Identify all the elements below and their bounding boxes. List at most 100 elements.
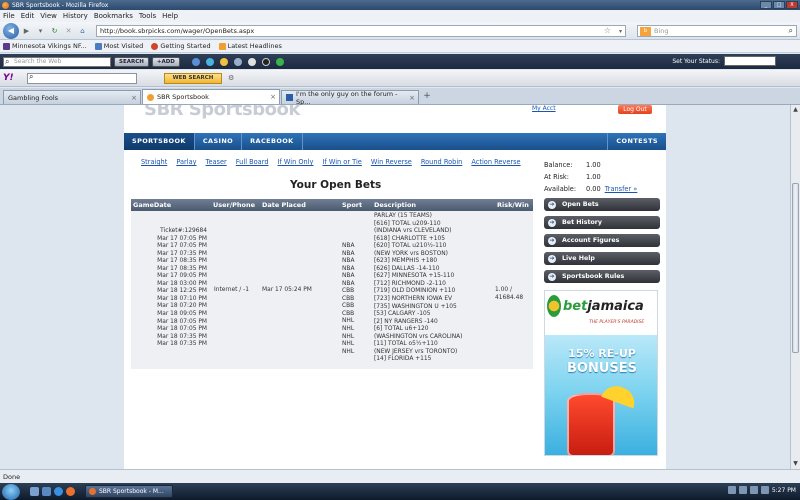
toolbar-search-button[interactable]: SEARCH [114,56,149,67]
start-button[interactable] [2,483,20,500]
betjamaica-ad-banner[interactable]: betjamaica THE PLAYER'S PARADISE 15% RE-… [544,290,658,456]
tab-forum[interactable]: I'm the only guy on the forum - Sp... × [281,90,419,106]
history-dropdown-icon[interactable]: ▾ [35,25,46,36]
yahoo-logo[interactable]: Y! [3,73,25,83]
new-tab-button[interactable]: + [420,91,434,104]
sportsbook-rules-button[interactable]: ➔ Sportsbook Rules [544,270,660,283]
search-box[interactable]: b Bing ⌕ [637,25,797,37]
risk-win-cell: 1.00 / 41684.48 [495,287,524,301]
close-tab-icon[interactable]: × [131,94,137,102]
windows-taskbar: SBR Sportsbook - M... 5:27 PM [0,483,800,500]
forward-button[interactable]: ▶ [21,25,32,36]
url-bar[interactable]: http://book.sbrpicks.com/wager/OpenBets.… [96,24,626,37]
nav-racebook[interactable]: RACEBOOK [242,133,303,150]
link-teaser[interactable]: Teaser [206,158,227,166]
account-figures-button[interactable]: ➔ Account Figures [544,234,660,247]
sport-line: NBA [342,243,355,249]
menu-tools[interactable]: Tools [139,12,156,20]
tab-gambling-fools[interactable]: Gambling Fools × [3,90,141,104]
taskbar-firefox-window[interactable]: SBR Sportsbook - M... [85,485,173,498]
ad-brand: betjamaica [563,299,644,314]
volume-icon[interactable] [749,486,758,494]
toolbar-icon-6[interactable] [261,57,270,66]
link-win-reverse[interactable]: Win Reverse [371,158,412,166]
link-straight[interactable]: Straight [141,158,167,166]
cocktail-glass-image [567,393,615,455]
toolbar-icon-1[interactable] [191,57,200,66]
sport-line: CBB [342,310,355,317]
scroll-down-icon[interactable]: ▼ [791,459,800,468]
close-tab-icon[interactable]: × [270,93,276,101]
web-search-button[interactable]: WEB SEARCH [164,72,222,84]
scroll-up-icon[interactable]: ▲ [791,105,800,114]
gamedate-line: Mar 17 07:05 PM [157,243,207,250]
bet-history-button[interactable]: ➔ Bet History [544,216,660,229]
menu-edit[interactable]: Edit [21,12,35,20]
bookmark-vikings[interactable]: Minnesota Vikings NF... [3,42,87,50]
link-full-board[interactable]: Full Board [236,158,269,166]
nav-casino[interactable]: CASINO [195,133,243,150]
bookmark-getting-started[interactable]: Getting Started [151,42,211,50]
gamedate-cell: Ticket#:129684 Mar 17 07:05 PM Mar 17 07:0… [131,228,207,349]
toolbar-search-input[interactable]: Search the Web [3,56,111,67]
bookmark-most-visited[interactable]: Most Visited [94,42,143,50]
bookmark-latest-headlines[interactable]: Latest Headlines [218,42,282,50]
bookmark-star-icon[interactable]: ☆ [604,26,611,36]
menu-history[interactable]: History [63,12,88,20]
link-if-win-only[interactable]: If Win Only [278,158,314,166]
ad-promo-line-2: BONUSES [566,361,637,376]
toolbar-icon-5[interactable] [247,57,256,66]
power-icon[interactable] [760,486,769,494]
vertical-scrollbar[interactable]: ▲ ▼ [790,105,800,469]
status-input[interactable] [724,56,776,66]
search-icon[interactable]: ⌕ [789,26,793,36]
toolbar-icon-4[interactable] [233,57,242,66]
date-placed-cell: Mar 17 05:24 PM [262,287,312,293]
nav-sportsbook[interactable]: SPORTSBOOK [124,133,195,150]
close-window-button[interactable]: X [786,1,798,9]
stop-icon[interactable]: ✕ [63,25,74,36]
menu-help[interactable]: Help [162,12,178,20]
yahoo-search-input[interactable] [27,72,137,84]
tray-icon[interactable] [727,486,736,494]
link-action-reverse[interactable]: Action Reverse [471,158,520,166]
user-phone-cell: Internet / -1 [214,287,249,293]
link-round-robin[interactable]: Round Robin [421,158,462,166]
back-button[interactable]: ◀ [3,22,19,39]
menu-bookmarks[interactable]: Bookmarks [94,12,133,20]
toolbar-add-button[interactable]: +ADD [151,56,180,67]
nav-contests[interactable]: CONTESTS [607,133,666,150]
link-parlay[interactable]: Parlay [176,158,196,166]
arrow-icon: ➔ [548,254,556,263]
open-bets-button[interactable]: ➔ Open Bets [544,198,660,211]
my-account-link[interactable]: My Acct [532,105,556,112]
maximize-button[interactable]: □ [773,1,785,9]
toolbar-options-icon[interactable]: ⚙ [228,74,234,82]
switch-windows-icon[interactable] [42,487,51,496]
show-desktop-icon[interactable] [30,487,39,496]
link-if-win-or-tie[interactable]: If Win or Tie [322,158,361,166]
toolbar-icon-2[interactable] [205,57,214,66]
home-icon[interactable]: ⌂ [77,25,88,36]
url-dropdown-icon[interactable]: ▾ [619,26,622,37]
reload-icon[interactable]: ↻ [49,25,60,36]
toolbar-icon-7[interactable] [275,57,284,66]
bet-type-nav: Straight Parlay Teaser Full Board If Win… [141,158,530,166]
menu-view[interactable]: View [40,12,57,20]
live-help-button[interactable]: ➔ Live Help [544,252,660,265]
tab-sbr-sportsbook[interactable]: SBR Sportsbook × [142,89,280,104]
clock[interactable]: 5:27 PM [772,487,796,494]
ie-icon[interactable] [54,487,63,496]
close-tab-icon[interactable]: × [409,94,415,102]
search-engine-icon[interactable]: b [640,27,651,36]
scrollbar-thumb[interactable] [792,183,799,353]
minimize-button[interactable]: _ [760,1,772,9]
toolbar-icon-3[interactable] [219,57,228,66]
menu-file[interactable]: File [3,12,15,20]
network-icon[interactable] [738,486,747,494]
firefox-quick-icon[interactable] [66,487,75,496]
transfer-link[interactable]: Transfer » [605,183,638,195]
description-line: [620] TOTAL u210½-110 [374,243,447,250]
site-logo[interactable]: SBR Sportsbook [144,105,300,120]
logout-button[interactable]: Log Out [618,105,652,114]
